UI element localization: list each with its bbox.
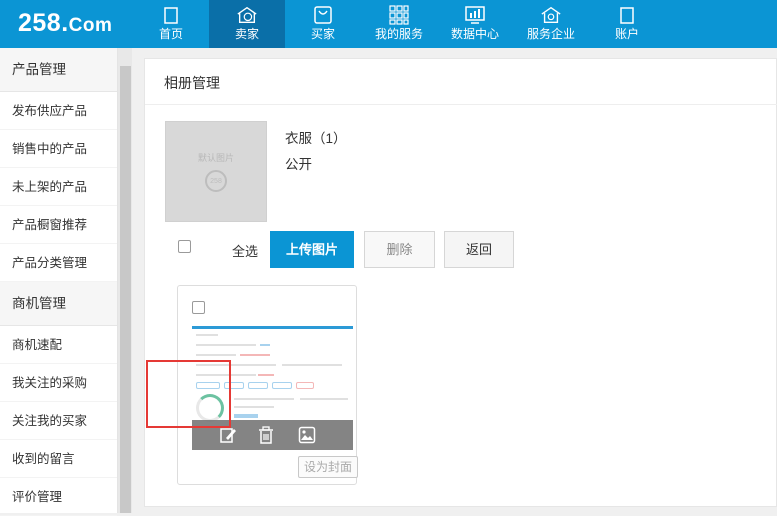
screenshot-line [234,398,294,400]
sidebar-header-products[interactable]: 产品管理 [0,48,117,92]
select-all-label[interactable]: 全选 [232,241,258,260]
top-nav-bar: 258.Com 首页 卖家 买家 我的服务 数据中心 服务企业 账户 [0,0,777,48]
enterprise-icon [540,4,562,26]
sidebar-scrollbar-thumb[interactable] [120,66,131,513]
placeholder-logo-icon: 258 [205,170,227,192]
screenshot-header-bar [192,326,353,329]
nav-buyer[interactable]: 买家 [285,0,361,48]
sidebar-item-reviews[interactable]: 评价管理 [0,478,117,516]
photo-select-checkbox[interactable] [192,301,205,314]
account-icon [616,4,638,26]
trash-icon[interactable] [256,425,276,445]
screenshot-pill [248,382,268,389]
screenshot-line [234,406,274,408]
upload-image-button[interactable]: 上传图片 [270,231,354,268]
album-name: 衣服（1） [285,131,347,146]
sidebar-item-publish-supply[interactable]: 发布供应产品 [0,92,117,130]
home-icon [160,4,182,26]
album-cover-thumbnail: 默认图片 258 [165,121,267,222]
sidebar-item-following-buyers[interactable]: 关注我的买家 [0,402,117,440]
page-title: 相册管理 [164,75,220,91]
sidebar-item-category-manage[interactable]: 产品分类管理 [0,244,117,282]
screenshot-line [260,344,270,346]
screenshot-line [234,414,258,418]
screenshot-line [196,334,218,336]
back-button[interactable]: 返回 [444,231,514,268]
divider [145,104,777,105]
sidebar-item-unlisted[interactable]: 未上架的产品 [0,168,117,206]
sidebar-item-messages[interactable]: 收到的留言 [0,440,117,478]
sidebar-header-business[interactable]: 商机管理 [0,282,117,326]
sidebar-item-window-recommend[interactable]: 产品橱窗推荐 [0,206,117,244]
screenshot-pill [272,382,292,389]
nav-account[interactable]: 账户 [589,0,665,48]
nav-home[interactable]: 首页 [133,0,209,48]
screenshot-line [196,344,256,346]
screenshot-line [258,374,274,376]
screenshot-line [282,364,342,366]
screenshot-line [240,354,270,356]
nav-my-services[interactable]: 我的服务 [361,0,437,48]
album-visibility: 公开 [285,157,312,172]
data-chart-icon [464,4,486,26]
select-all-checkbox[interactable] [178,240,191,253]
nav-service-enterprise[interactable]: 服务企业 [513,0,589,48]
buyer-bag-icon [312,4,334,26]
highlight-box [146,360,231,428]
screenshot-line [196,354,236,356]
album-panel: 相册管理 默认图片 258 衣服（1） 公开 全选 上传图片 删除 返回 设为封… [144,58,777,507]
set-cover-button[interactable]: 设为封面 [298,456,358,478]
image-icon[interactable] [297,425,317,445]
nav-data-center[interactable]: 数据中心 [437,0,513,48]
nav-seller[interactable]: 卖家 [209,0,285,48]
sidebar-item-quick-match[interactable]: 商机速配 [0,326,117,364]
seller-icon [236,4,258,26]
sidebar-item-on-sale[interactable]: 销售中的产品 [0,130,117,168]
screenshot-pill [296,382,314,389]
services-grid-icon [388,4,410,26]
sidebar-item-followed-purchases[interactable]: 我关注的采购 [0,364,117,402]
edit-icon[interactable] [218,425,238,445]
delete-button[interactable]: 删除 [364,231,435,268]
screenshot-line [300,398,348,400]
site-logo[interactable]: 258.Com [0,0,133,48]
sidebar: 产品管理 发布供应产品 销售中的产品 未上架的产品 产品橱窗推荐 产品分类管理 … [0,48,118,516]
